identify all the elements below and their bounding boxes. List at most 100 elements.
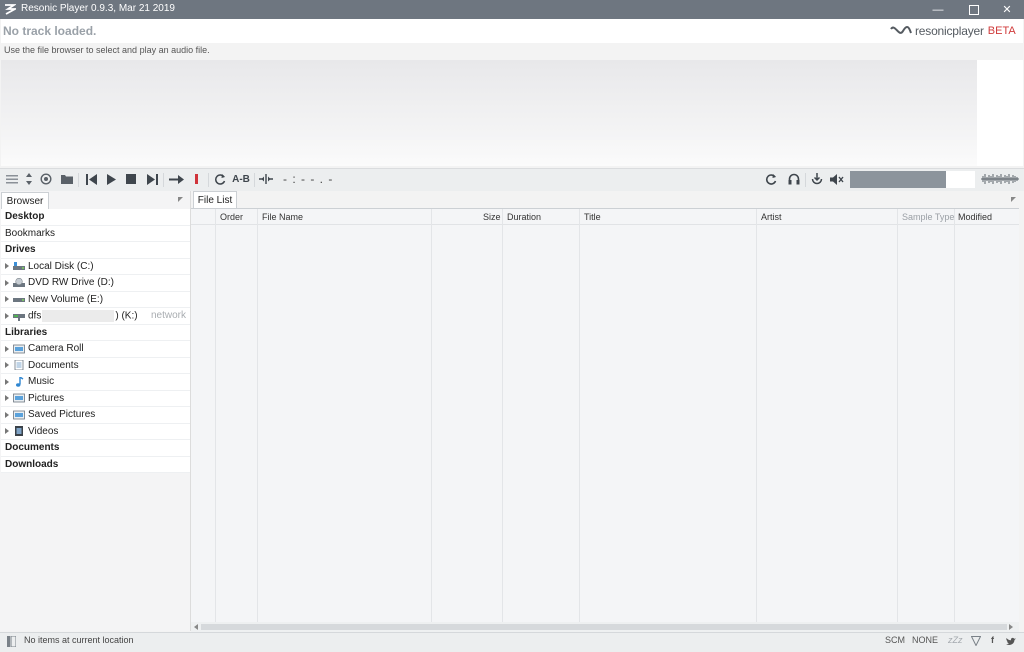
refresh-button[interactable] xyxy=(763,171,779,187)
column-divider xyxy=(954,209,955,622)
brand-name: resonicplayer xyxy=(915,24,984,38)
mute-button[interactable] xyxy=(829,171,845,187)
network-drive-label: dfs) (K:) xyxy=(28,309,138,322)
redacted-block xyxy=(42,309,115,322)
cue-icon xyxy=(811,173,823,185)
tree-item-new-volume[interactable]: New Volume (E:) xyxy=(1,291,190,308)
headphones-icon xyxy=(788,173,800,185)
column-header-size[interactable]: Size xyxy=(483,212,501,222)
scm-label[interactable]: SCM xyxy=(885,635,905,645)
brand-wave-icon xyxy=(890,25,912,34)
close-icon: ✕ xyxy=(1002,4,1012,16)
expand-arrow-icon[interactable] xyxy=(5,345,9,352)
close-button[interactable]: ✕ xyxy=(990,0,1024,19)
tree-item-local-disk[interactable]: Local Disk (C:) xyxy=(1,258,190,275)
waveform-side-panel xyxy=(977,60,1023,166)
column-header-artist[interactable]: Artist xyxy=(761,212,782,222)
maximize-button[interactable] xyxy=(957,0,991,19)
tree-header-libraries[interactable]: Libraries xyxy=(1,324,190,341)
continuous-play-button[interactable] xyxy=(168,171,184,187)
tree-item-pictures[interactable]: Pictures xyxy=(1,390,190,407)
music-note-icon xyxy=(16,376,24,387)
tree-header-documents[interactable]: Documents xyxy=(1,440,190,457)
expand-arrow-icon[interactable] xyxy=(5,296,9,303)
time-display: - : - - . - xyxy=(283,172,334,186)
column-divider xyxy=(897,209,898,622)
filter-icon[interactable] xyxy=(971,636,981,646)
loop-button[interactable] xyxy=(213,171,227,187)
documents-folder-icon xyxy=(14,360,24,371)
file-list-header xyxy=(191,209,1019,225)
tree-item-dvd-drive[interactable]: DVD RW Drive (D:) xyxy=(1,275,190,292)
tab-browser[interactable]: Browser xyxy=(1,192,49,209)
tab-file-list[interactable]: File List xyxy=(193,191,237,209)
scrollbar-thumb[interactable] xyxy=(201,624,1007,630)
panel-collapse-icon[interactable] xyxy=(178,197,183,202)
play-button[interactable] xyxy=(104,171,118,187)
expand-arrow-icon[interactable] xyxy=(5,378,9,385)
expand-arrow-icon[interactable] xyxy=(5,428,9,435)
track-header xyxy=(1,19,1023,43)
file-list-grid[interactable] xyxy=(191,208,1019,623)
pictures-folder-icon xyxy=(13,344,25,354)
column-header-title[interactable]: Title xyxy=(584,212,601,222)
tree-item-videos[interactable]: Videos xyxy=(1,423,190,440)
twitter-icon[interactable] xyxy=(1006,637,1016,646)
tree-item-camera-roll[interactable]: Camera Roll xyxy=(1,341,190,358)
menu-button[interactable] xyxy=(5,171,19,187)
record-marker-button[interactable] xyxy=(190,171,204,187)
expand-arrow-icon[interactable] xyxy=(5,263,9,270)
ab-loop-icon: A-B xyxy=(232,173,250,185)
window-title: Resonic Player 0.9.3, Mar 21 2019 xyxy=(21,3,175,14)
previous-button[interactable] xyxy=(84,171,98,187)
volume-slider[interactable] xyxy=(850,171,946,188)
status-bar xyxy=(0,632,1024,652)
stop-button[interactable] xyxy=(124,171,138,187)
column-header-file-name[interactable]: File Name xyxy=(262,212,303,222)
waveform-area[interactable] xyxy=(1,60,977,166)
expand-arrow-icon[interactable] xyxy=(5,312,9,319)
target-icon xyxy=(40,173,52,185)
tree-header-desktop[interactable]: Desktop xyxy=(1,209,190,226)
file-list-collapse-icon[interactable] xyxy=(1011,197,1016,202)
expand-arrow-icon[interactable] xyxy=(5,411,9,418)
expand-arrow-icon[interactable] xyxy=(5,279,9,286)
column-header-order[interactable]: Order xyxy=(220,212,243,222)
pictures-folder-icon xyxy=(13,410,25,420)
open-folder-button[interactable] xyxy=(60,171,74,187)
refresh-icon xyxy=(765,174,777,185)
column-header-modified[interactable]: Modified xyxy=(958,212,992,222)
column-divider xyxy=(756,209,757,622)
app-logo-icon xyxy=(5,4,16,15)
sort-button[interactable] xyxy=(23,171,35,187)
tree-item-documents-library[interactable]: Documents xyxy=(1,357,190,374)
tree-header-drives[interactable]: Drives xyxy=(1,242,190,259)
next-button[interactable] xyxy=(145,171,159,187)
tree-header-downloads[interactable]: Downloads xyxy=(1,456,190,473)
locate-button[interactable] xyxy=(39,171,53,187)
tree-item-music[interactable]: Music xyxy=(1,374,190,391)
headphones-button[interactable] xyxy=(786,171,802,187)
scroll-right-icon[interactable] xyxy=(1009,624,1013,630)
minimize-button[interactable]: — xyxy=(921,0,955,19)
panel-toggle-icon[interactable] xyxy=(7,636,16,647)
sleep-label[interactable]: zZz xyxy=(948,635,963,645)
column-header-sample-type[interactable]: Sample Type xyxy=(902,212,954,222)
column-divider xyxy=(579,209,580,622)
drive-icon xyxy=(13,298,25,303)
scroll-left-icon[interactable] xyxy=(194,624,198,630)
ab-loop-button[interactable]: A-B xyxy=(232,171,250,187)
waveform-mini-button[interactable] xyxy=(981,171,1019,187)
facebook-icon[interactable]: f xyxy=(991,635,994,645)
column-divider xyxy=(215,209,216,622)
center-button[interactable] xyxy=(258,171,274,187)
expand-arrow-icon[interactable] xyxy=(5,362,9,369)
column-header-duration[interactable]: Duration xyxy=(507,212,541,222)
tree-item-bookmarks[interactable]: Bookmarks xyxy=(1,225,190,242)
tree-item-saved-pictures[interactable]: Saved Pictures xyxy=(1,407,190,424)
volume-slider-track[interactable] xyxy=(946,171,975,188)
expand-arrow-icon[interactable] xyxy=(5,395,9,402)
mode-label[interactable]: NONE xyxy=(912,635,938,645)
cue-button[interactable] xyxy=(809,171,825,187)
tree-item-network-drive[interactable]: dfs) (K:) network xyxy=(1,308,190,325)
